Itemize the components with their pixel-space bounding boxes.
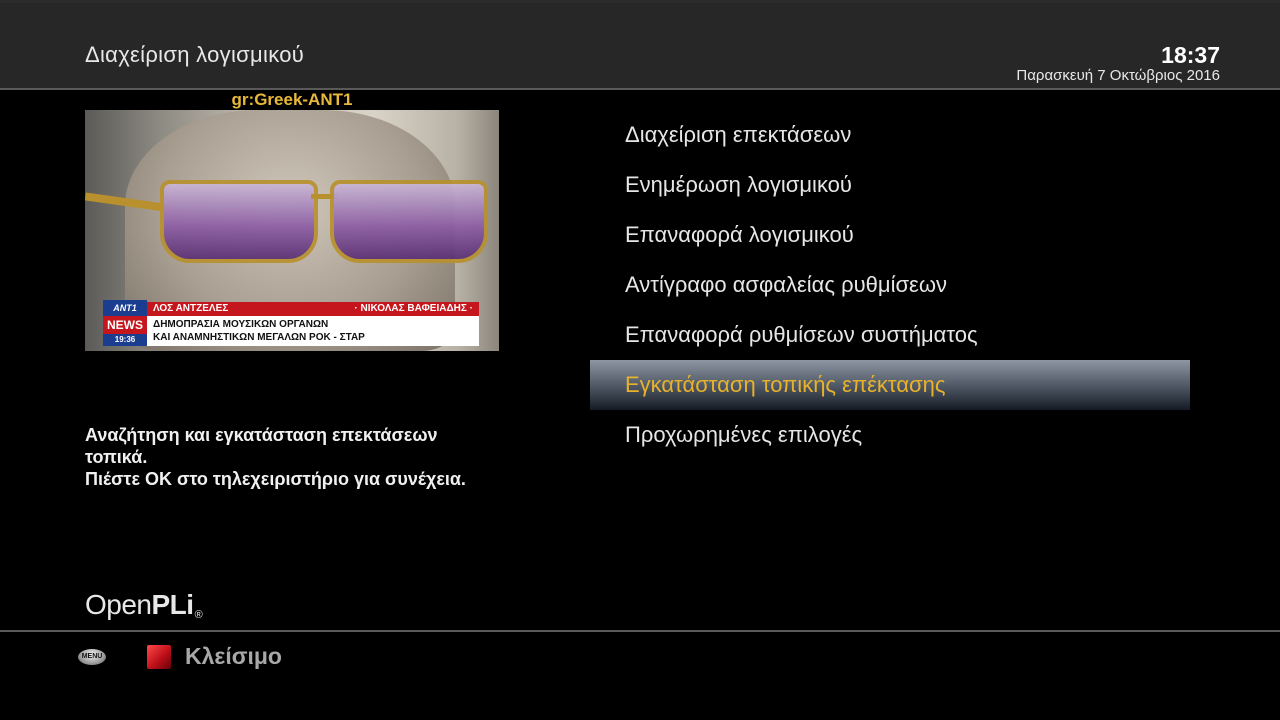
logo-time: 19:36 [114,335,136,344]
close-button-label[interactable]: Κλείσιμο [185,643,282,670]
menu-item-advanced-options[interactable]: Προχωρημένες επιλογές [590,410,1190,460]
date: Παρασκευή 7 Οκτώβριος 2016 [1016,67,1220,84]
ticker-line-1: ΔΗΜΟΠΡΑΣΙΑ ΜΟΥΣΙΚΩΝ ΟΡΓΑΝΩΝ [153,319,329,330]
menu-item-software-update[interactable]: Ενημέρωση λογισμικού [590,160,1190,210]
channel-logo: ΑΝΤ1 NEWS 19:36 [103,300,147,346]
menu-key-icon[interactable]: MENU [78,649,106,665]
page-title: Διαχείριση λογισμικού [85,42,305,67]
menu-item-software-restore[interactable]: Επαναφορά λογισμικού [590,210,1190,260]
description-line-2: τοπικά. [85,447,148,467]
menu-item-manage-plugins[interactable]: Διαχείριση επεκτάσεων [590,110,1190,160]
menu-item-backup-settings[interactable]: Αντίγραφο ασφαλείας ρυθμίσεων [590,260,1190,310]
tv-preview: ΑΝΤ1 NEWS 19:36 ΛΟΣ ΑΝΤΖΕΛΕΣ · ΝΙΚΟΛΑΣ Β… [85,110,499,351]
red-button-icon[interactable] [147,645,171,669]
news-ticker-headline: ΔΗΜΟΠΡΑΣΙΑ ΜΟΥΣΙΚΩΝ ΟΡΓΑΝΩΝ ΚΑΙ ΑΝΑΜΝΗΣΤ… [147,316,479,346]
brand-registered: ® [194,609,203,621]
logo-news: NEWS [103,316,147,334]
brand-open: Open [85,589,152,620]
ticker-line-2: ΚΑΙ ΑΝΑΜΝΗΣΤΙΚΩΝ ΜΕΓΑΛΩΝ ΡΟΚ - ΣΤΑΡ [153,332,365,343]
ticker-reporter: · ΝΙΚΟΛΑΣ ΒΑΦΕΙΑΔΗΣ · [354,303,473,314]
description-line-1: Αναζήτηση και εγκατάσταση επεκτάσεων [85,425,438,445]
software-menu: Διαχείριση επεκτάσεων Ενημέρωση λογισμικ… [590,110,1190,460]
news-ticker-top: ΛΟΣ ΑΝΤΖΕΛΕΣ · ΝΙΚΟΛΑΣ ΒΑΦΕΙΑΔΗΣ · [147,302,479,316]
item-description: Αναζήτηση και εγκατάσταση επεκτάσεων τοπ… [85,424,535,490]
brand-pli: PLi [151,589,195,620]
logo-ant: ΑΝΤ1 [113,303,137,313]
channel-name: gr:Greek-ANT1 [231,90,353,109]
preview-glasses [85,180,488,263]
menu-item-restore-system-settings[interactable]: Επαναφορά ρυθμίσεων συστήματος [590,310,1190,360]
ticker-location: ΛΟΣ ΑΝΤΖΕΛΕΣ [153,303,229,314]
description-line-3: Πιέστε OK στο τηλεχειριστήριο για συνέχε… [85,469,466,489]
openpli-logo: OpenPLi® [85,589,203,621]
menu-item-install-local-plugin[interactable]: Εγκατάσταση τοπικής επέκτασης [590,360,1190,410]
clock: 18:37 [1161,42,1220,68]
